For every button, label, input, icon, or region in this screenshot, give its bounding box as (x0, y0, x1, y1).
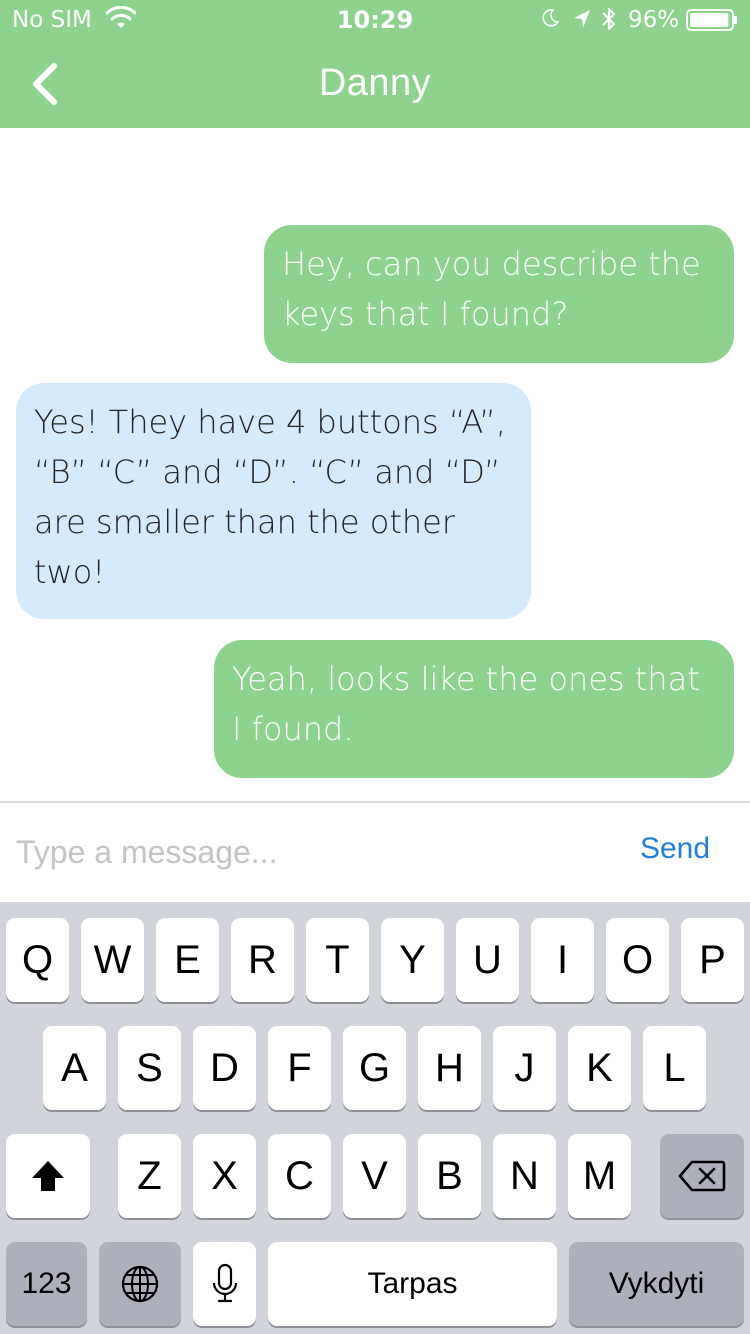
key-a[interactable]: A (43, 1026, 106, 1110)
outgoing-message: Yeah, looks like the ones that I found. (214, 640, 734, 778)
key-g[interactable]: G (343, 1026, 406, 1110)
microphone-key[interactable] (193, 1242, 256, 1326)
key-f[interactable]: F (268, 1026, 331, 1110)
return-key[interactable]: Vykdyti (569, 1242, 744, 1326)
battery-icon (686, 9, 737, 31)
key-t[interactable]: T (306, 918, 369, 1002)
key-s[interactable]: S (118, 1026, 181, 1110)
shift-key[interactable] (6, 1134, 90, 1218)
message-input[interactable] (16, 826, 596, 878)
key-d[interactable]: D (193, 1026, 256, 1110)
app-header: No SIM 10:29 96% Danny (0, 0, 750, 128)
key-r[interactable]: R (231, 918, 294, 1002)
key-c[interactable]: C (268, 1134, 331, 1218)
incoming-message: Yes! They have 4 buttons “A”, “B” “C” an… (16, 383, 531, 619)
key-j[interactable]: J (493, 1026, 556, 1110)
location-arrow-icon (574, 10, 590, 28)
globe-icon (121, 1265, 159, 1303)
numbers-key[interactable]: 123 (6, 1242, 87, 1326)
key-u[interactable]: U (456, 918, 519, 1002)
key-i[interactable]: I (531, 918, 594, 1002)
key-z[interactable]: Z (118, 1134, 181, 1218)
microphone-icon (212, 1263, 237, 1303)
backspace-key[interactable] (660, 1134, 744, 1218)
composer-divider (0, 801, 750, 803)
shift-icon (32, 1161, 64, 1191)
globe-key[interactable] (99, 1242, 181, 1326)
key-x[interactable]: X (193, 1134, 256, 1218)
key-l[interactable]: L (643, 1026, 706, 1110)
bluetooth-icon (602, 7, 616, 31)
key-q[interactable]: Q (6, 918, 69, 1002)
status-bar: No SIM 10:29 96% (0, 0, 750, 40)
key-o[interactable]: O (606, 918, 669, 1002)
key-m[interactable]: M (568, 1134, 631, 1218)
conversation-title: Danny (318, 62, 432, 104)
outgoing-message: Hey, can you describe the keys that I fo… (264, 225, 734, 363)
space-key[interactable]: Tarpas (268, 1242, 557, 1326)
key-b[interactable]: B (418, 1134, 481, 1218)
key-h[interactable]: H (418, 1026, 481, 1110)
keyboard: Q W E R T Y U I O P A S D F G H J K L Z … (0, 902, 750, 1334)
key-w[interactable]: W (81, 918, 144, 1002)
key-y[interactable]: Y (381, 918, 444, 1002)
send-button[interactable]: Send (620, 832, 730, 876)
key-v[interactable]: V (343, 1134, 406, 1218)
backspace-icon (678, 1160, 726, 1192)
key-e[interactable]: E (156, 918, 219, 1002)
key-n[interactable]: N (493, 1134, 556, 1218)
key-p[interactable]: P (681, 918, 744, 1002)
battery-percent: 96% (628, 7, 680, 33)
moon-icon (542, 9, 560, 27)
key-k[interactable]: K (568, 1026, 631, 1110)
